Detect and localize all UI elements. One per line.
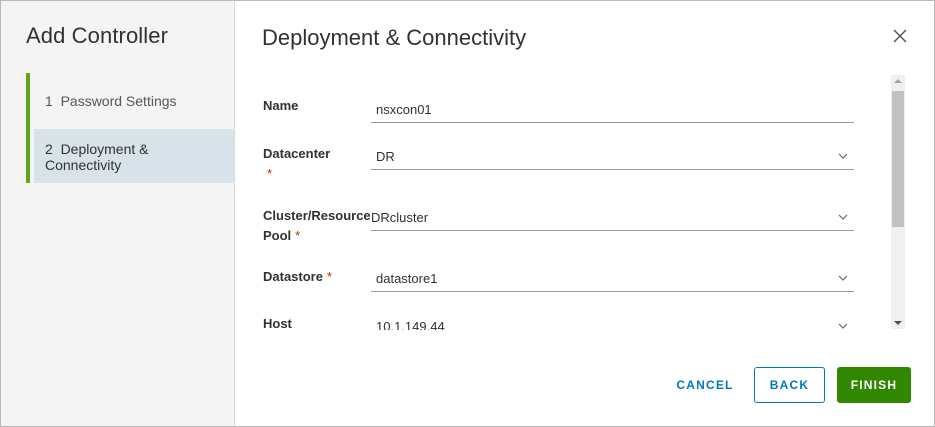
required-marker: *: [295, 228, 301, 243]
back-button[interactable]: BACK: [754, 367, 825, 403]
close-icon: [893, 29, 907, 43]
host-value: 10.1.149.44: [376, 319, 445, 330]
required-marker: *: [267, 166, 273, 181]
chevron-down-icon: [838, 275, 848, 281]
page-title: Deployment & Connectivity: [262, 25, 527, 50]
step-password-settings[interactable]: 1 Password Settings: [30, 73, 234, 129]
scroll-down-arrow-icon[interactable]: [894, 321, 902, 325]
datacenter-select[interactable]: DR: [371, 146, 854, 170]
chevron-down-icon: [838, 323, 848, 329]
wizard-title: Add Controller: [26, 23, 169, 48]
form-scrollbar[interactable]: [891, 75, 905, 329]
cancel-button[interactable]: CANCEL: [667, 367, 743, 403]
scroll-up-arrow-icon[interactable]: [894, 79, 902, 83]
datastore-value: datastore1: [376, 271, 438, 286]
host-select[interactable]: 10.1.149.44: [371, 316, 854, 330]
cluster-select[interactable]: DRcluster: [371, 207, 854, 231]
wizard-main: Deployment & Connectivity Name nsxcon01 …: [235, 1, 935, 426]
datastore-select[interactable]: datastore1: [371, 268, 854, 292]
cluster-label: Cluster/Resource Pool *: [263, 208, 371, 243]
step-label: 2 Deployment & Connectivity: [45, 141, 153, 173]
chevron-down-icon: [838, 214, 848, 220]
datastore-label: Datastore *: [263, 269, 333, 284]
datacenter-value: DR: [376, 149, 395, 164]
add-controller-dialog: Add Controller 1 Password Settings 2 Dep…: [0, 0, 935, 427]
cluster-value: DRcluster: [371, 210, 429, 225]
wizard-sidebar: Add Controller 1 Password Settings 2 Dep…: [1, 1, 235, 426]
scroll-thumb[interactable]: [892, 91, 904, 227]
wizard-steps: 1 Password Settings 2 Deployment & Conne…: [26, 73, 234, 183]
step-deployment-connectivity[interactable]: 2 Deployment & Connectivity: [34, 129, 234, 183]
host-label: Host: [263, 316, 292, 331]
datacenter-label: Datacenter *: [263, 146, 331, 181]
finish-button[interactable]: FINISH: [837, 367, 911, 403]
name-value: nsxcon01: [376, 102, 432, 117]
name-label: Name: [263, 98, 299, 113]
chevron-down-icon: [838, 153, 848, 159]
name-input[interactable]: nsxcon01: [371, 99, 854, 123]
required-marker: *: [326, 269, 333, 284]
host-clip: 10.1.149.44: [371, 314, 854, 330]
close-button[interactable]: [890, 26, 910, 46]
step-label: 1 Password Settings: [45, 93, 177, 109]
